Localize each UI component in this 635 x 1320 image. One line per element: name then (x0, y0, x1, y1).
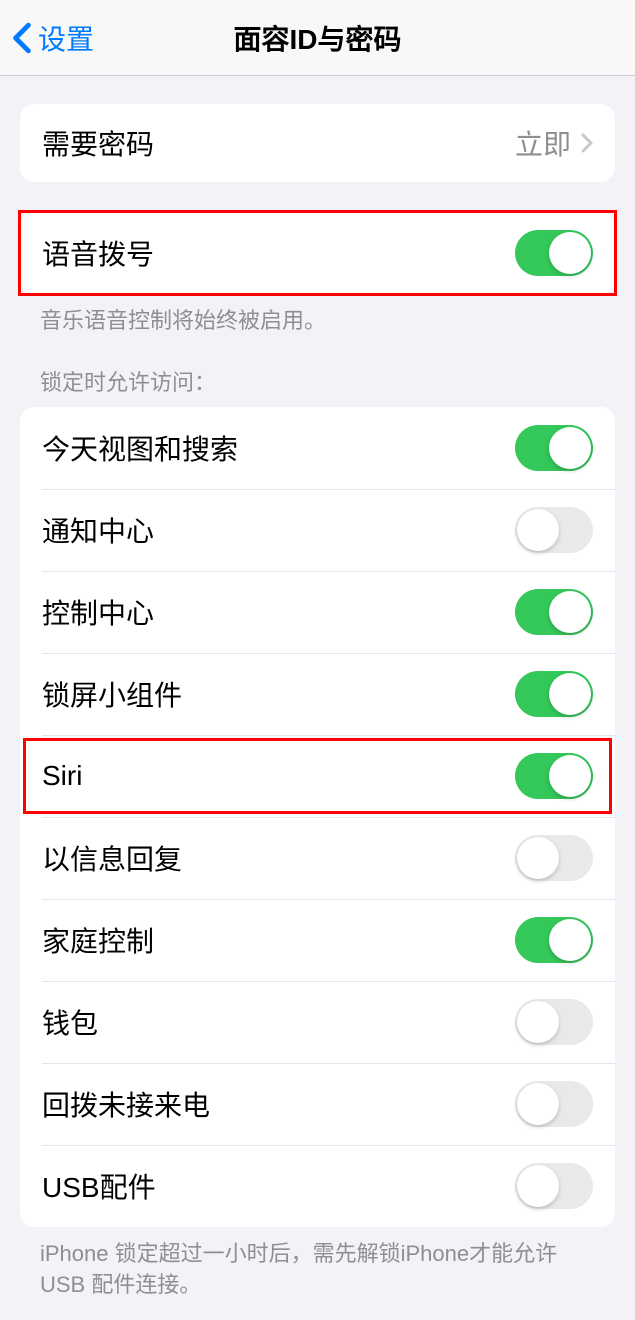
lock-item-toggle[interactable] (515, 835, 593, 881)
lock-item-label: USB配件 (42, 1166, 156, 1206)
row-lock-item: USB配件 (20, 1145, 615, 1227)
require-passcode-value: 立即 (515, 123, 571, 163)
lock-item-label: 家庭控制 (42, 920, 154, 960)
lock-item-toggle[interactable] (515, 1081, 593, 1127)
lock-item-label: 锁屏小组件 (42, 674, 182, 714)
row-lock-item: 控制中心 (20, 571, 615, 653)
page-title: 面容ID与密码 (233, 18, 401, 58)
row-lock-item: 钱包 (20, 981, 615, 1063)
lock-item-label: 控制中心 (42, 592, 154, 632)
voice-dial-footer: 音乐语音控制将始终被启用。 (40, 306, 595, 337)
lock-item-label: 通知中心 (42, 510, 154, 550)
lock-access-header: 锁定时允许访问： (40, 365, 595, 397)
lock-item-toggle[interactable] (515, 999, 593, 1045)
lock-item-label: 钱包 (42, 1002, 98, 1042)
section-require-passcode: 需要密码 立即 (20, 104, 615, 182)
row-lock-item: 以信息回复 (20, 817, 615, 899)
lock-item-toggle[interactable] (515, 753, 593, 799)
row-lock-item: Siri (20, 735, 615, 817)
row-lock-item: 今天视图和搜索 (20, 407, 615, 489)
voice-dial-toggle[interactable] (515, 230, 593, 276)
back-button[interactable]: 设置 (12, 18, 94, 58)
section-voice-dial: 语音拨号 (20, 212, 615, 294)
content: 需要密码 立即 语音拨号 音乐语音控制将始终被启用。 锁定时允许访问： 今天视图… (0, 104, 635, 1320)
chevron-left-icon (12, 22, 32, 54)
lock-item-label: 今天视图和搜索 (42, 428, 238, 468)
lock-item-label: Siri (42, 760, 82, 792)
lock-item-toggle[interactable] (515, 507, 593, 553)
lock-item-toggle[interactable] (515, 1163, 593, 1209)
chevron-right-icon (581, 133, 593, 153)
row-lock-item: 家庭控制 (20, 899, 615, 981)
lock-access-footer: iPhone 锁定超过一小时后，需先解锁iPhone才能允许USB 配件连接。 (40, 1239, 595, 1301)
navbar: 设置 面容ID与密码 (0, 0, 635, 76)
section-lock-access: 今天视图和搜索通知中心控制中心锁屏小组件 Siri 以信息回复家庭控制钱包回拨未接来… (20, 407, 615, 1227)
require-passcode-label: 需要密码 (42, 123, 154, 163)
row-value-wrap: 立即 (515, 123, 593, 163)
row-lock-item: 回拨未接来电 (20, 1063, 615, 1145)
row-require-passcode[interactable]: 需要密码 立即 (20, 104, 615, 182)
lock-item-label: 以信息回复 (42, 838, 182, 878)
row-lock-item: 锁屏小组件 (20, 653, 615, 735)
lock-item-label: 回拨未接来电 (42, 1084, 210, 1124)
lock-item-toggle[interactable] (515, 589, 593, 635)
back-label: 设置 (38, 18, 94, 58)
lock-item-toggle[interactable] (515, 917, 593, 963)
row-lock-item: 通知中心 (20, 489, 615, 571)
voice-dial-label: 语音拨号 (42, 233, 154, 273)
lock-item-toggle[interactable] (515, 671, 593, 717)
lock-item-toggle[interactable] (515, 425, 593, 471)
row-voice-dial: 语音拨号 (20, 212, 615, 294)
